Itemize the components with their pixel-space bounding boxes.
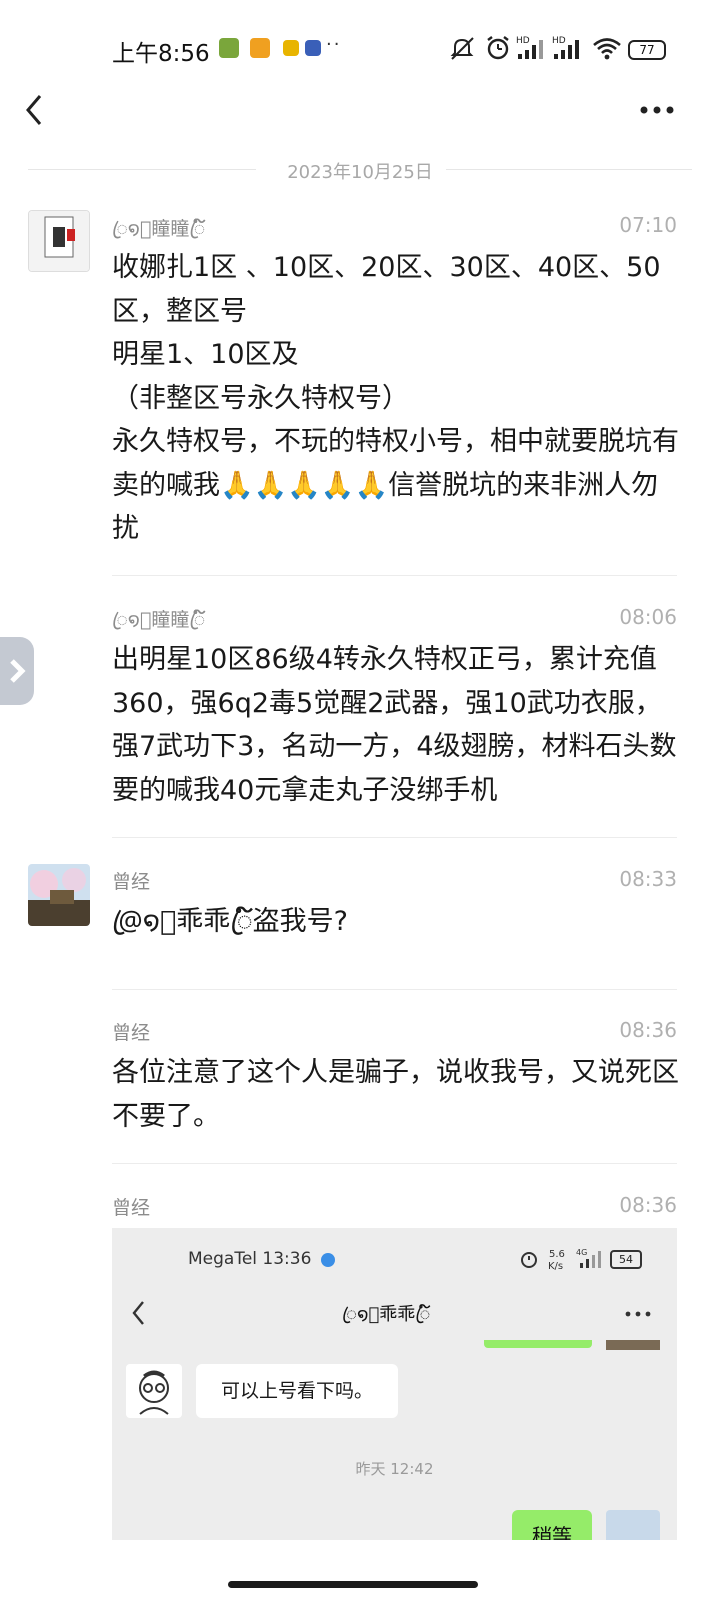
chat-bubble: 稍等 [512,1510,592,1540]
avatar[interactable] [28,864,90,926]
message-text: 出明星10区86级4转永久特权正弓，累计充值360，强6q2毒5觉醒2武器，强1… [112,644,677,806]
avatar[interactable] [28,210,90,272]
alarm-icon [487,36,509,60]
chat-bubble: 可以上号看下吗。 [196,1364,398,1418]
signal-icon: 4G [576,1248,601,1268]
back-button[interactable] [18,88,58,132]
notification-app-icon [305,40,321,56]
notification-app-icon [250,38,270,58]
svg-text:5.6: 5.6 [549,1249,565,1260]
screenshot-chat-title: ꦿ໑⃰乖乖ꦿ໌ [342,1304,431,1325]
signal-icon: HD [552,36,579,59]
chevron-right-icon [10,659,26,683]
notification-app-icon [219,38,239,58]
avatar [126,1364,182,1418]
svg-text:K/s: K/s [548,1261,563,1272]
message-time: 07:10 [619,213,677,237]
previous-message-bubble [484,1340,592,1348]
battery-icon: 77 [628,40,666,60]
message-time: 08:06 [619,605,677,629]
more-icon [625,1311,651,1317]
message-text: 各位注意了这个人是骗子，说收我号，又说死区不要了。 [112,1057,679,1132]
avatar [606,1340,660,1350]
battery-icon: 54 [610,1250,642,1269]
message-time: 08:33 [619,867,677,891]
message-time: 08:36 [619,1018,677,1042]
side-panel-handle[interactable] [0,637,34,705]
screenshot-timestamp: 昨天 12:42 [355,1460,434,1478]
date-divider-text: 2023年10月25日 [287,162,433,183]
more-notifications-icon: ·· [326,34,342,55]
notification-app-icon [283,40,299,56]
avatar [606,1510,660,1540]
svg-text:HD: HD [516,36,530,46]
alarm-icon [521,1252,537,1268]
message-separator [112,1163,677,1164]
svg-text:HD: HD [552,36,566,46]
svg-text:4G: 4G [576,1248,587,1257]
sender-name: 曾经 [112,1197,151,1219]
more-options-button[interactable] [634,92,680,128]
status-bar: 上午8:56 ·· HD HD 77 [0,0,720,96]
message-separator [112,989,677,990]
home-indicator[interactable] [228,1581,478,1588]
message-time: 08:36 [619,1193,677,1217]
date-divider: 2023年10月25日 [28,156,692,184]
signal-icon: HD [516,36,543,59]
message-text: @ꦿ໑⃰乖乖ꦿ໌໌盗我号? [112,906,348,937]
message-separator [112,837,677,838]
status-time: 上午8:56 [112,41,210,67]
silent-icon [450,37,474,60]
divider-line [446,169,692,170]
message-separator [112,575,677,576]
sender-name: 曾经 [112,871,151,893]
location-icon [321,1253,335,1267]
sender-name: 曾经 [112,1022,151,1044]
network-speed-icon: 5.6 K/s [548,1249,565,1272]
message-text: 收娜扎1区 、10区、20区、30区、40区、50区，整区号 明星1、10区及 … [112,252,679,544]
back-icon [132,1301,144,1325]
image-message[interactable]: MegaTel 13:36 5.6 K/s 4G 54 ꦿ໑⃰乖乖ꦿ໌ 可以上号… [112,1228,677,1540]
wifi-icon [593,38,621,60]
screenshot-status-bar: MegaTel 13:36 [188,1249,312,1269]
